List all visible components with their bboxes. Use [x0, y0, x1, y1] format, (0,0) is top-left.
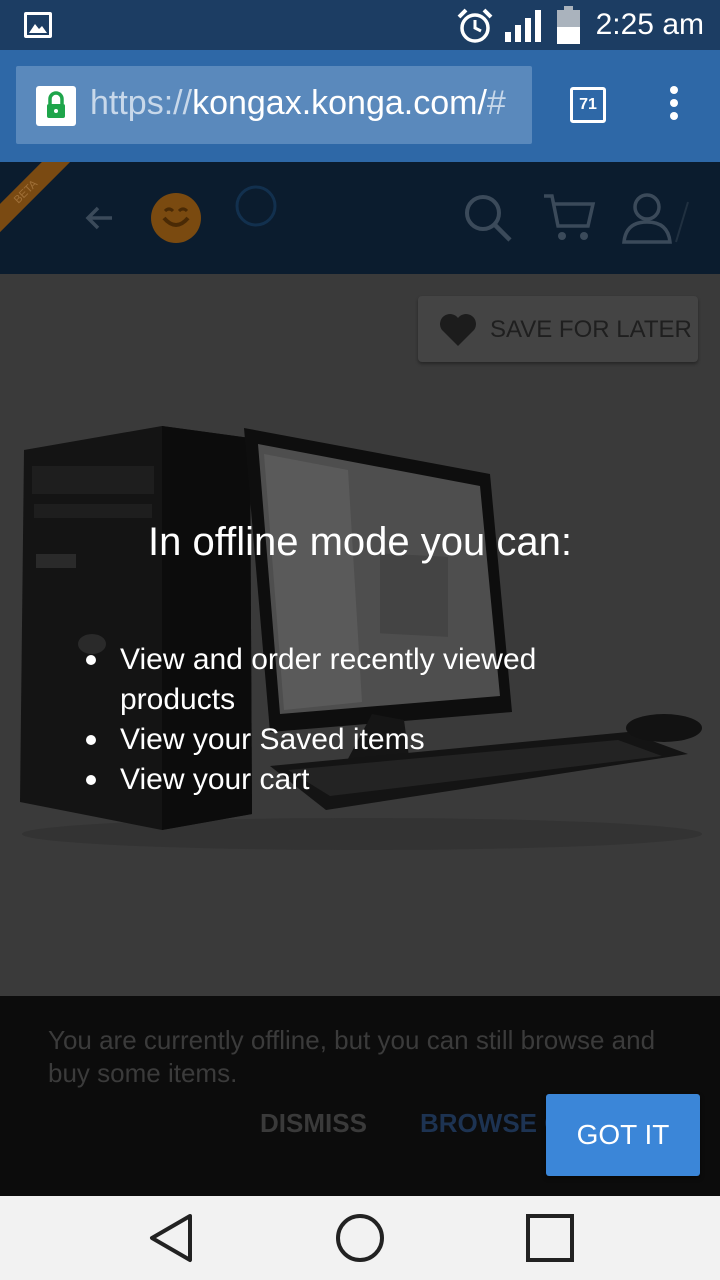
alarm-icon	[457, 8, 493, 43]
status-bar: 2:25 am	[0, 0, 720, 50]
offline-feature-item: View your Saved items	[86, 720, 640, 760]
decor-circle-icon	[235, 185, 277, 227]
offline-feature-item: View and order recently viewed products	[86, 640, 640, 720]
status-time: 2:25 am	[595, 8, 704, 41]
search-icon[interactable]	[462, 192, 514, 244]
back-icon[interactable]	[146, 1210, 196, 1266]
signal-icon	[505, 10, 541, 42]
snackbar-message: You are currently offline, but you can s…	[48, 1025, 656, 1088]
cart-icon[interactable]	[542, 192, 596, 244]
save-for-later-label: SAVE FOR LATER	[490, 316, 692, 343]
home-icon[interactable]	[334, 1210, 386, 1266]
browser-toolbar: https://kongax.konga.com/# 71	[0, 50, 720, 162]
android-nav-bar	[0, 1196, 720, 1280]
url-host: kongax.konga.com/	[192, 84, 487, 122]
image-notification-icon	[24, 12, 52, 38]
tabs-icon[interactable]: 71	[570, 87, 606, 123]
beta-ribbon: BETA	[0, 162, 76, 242]
url-text: https://kongax.konga.com/#	[90, 84, 506, 123]
url-field[interactable]: https://kongax.konga.com/#	[16, 66, 532, 144]
lock-icon	[36, 86, 76, 126]
url-rest: #	[486, 84, 506, 122]
back-arrow-icon[interactable]	[82, 200, 118, 236]
url-scheme: https://	[90, 84, 193, 122]
got-it-button[interactable]: GOT IT	[546, 1094, 700, 1176]
heart-icon	[440, 314, 476, 346]
offline-title: In offline mode you can:	[148, 520, 572, 564]
user-icon[interactable]	[620, 190, 692, 246]
product-page: SAVE FOR LATER	[0, 274, 720, 996]
app-header: BETA	[0, 162, 720, 274]
dismiss-button[interactable]: DISMISS	[260, 1108, 367, 1139]
battery-icon	[557, 6, 580, 44]
konga-logo-icon[interactable]	[150, 192, 202, 244]
save-for-later-button[interactable]: SAVE FOR LATER	[418, 296, 698, 362]
offline-feature-item: View your cart	[86, 760, 640, 800]
offline-feature-list: View and order recently viewed products …	[86, 640, 640, 800]
menu-icon[interactable]	[666, 86, 682, 126]
recents-icon[interactable]	[524, 1210, 576, 1266]
